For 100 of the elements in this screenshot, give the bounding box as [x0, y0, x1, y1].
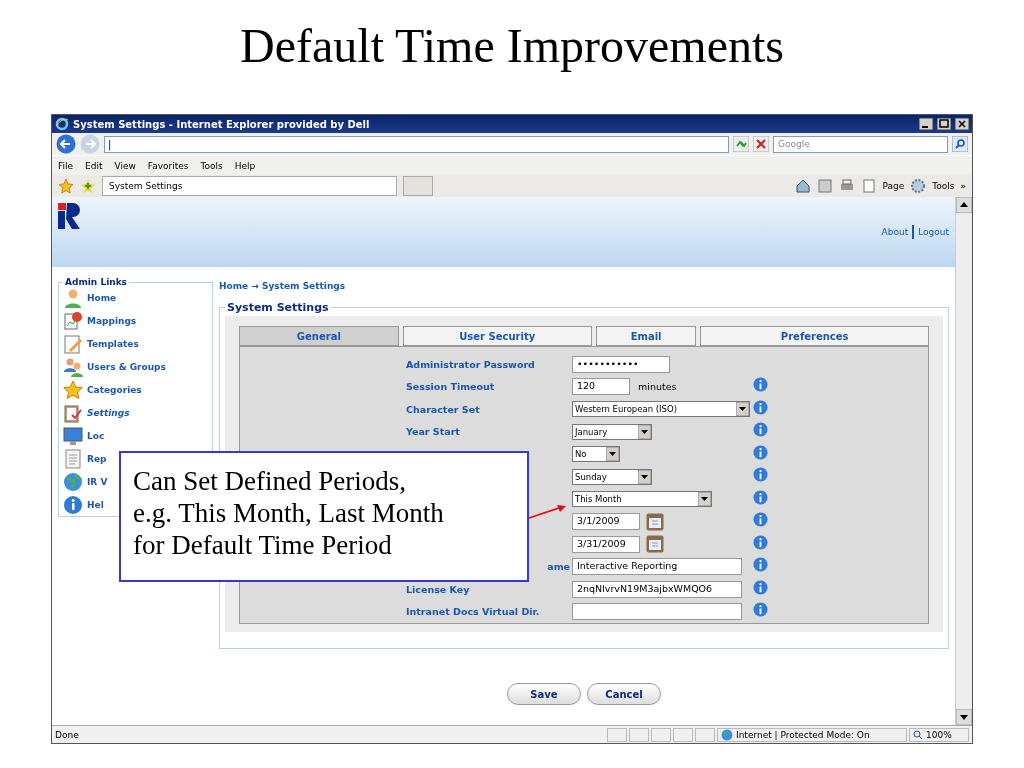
calendar-icon[interactable] [646, 535, 664, 554]
scroll-up-icon[interactable] [956, 197, 972, 213]
people-icon [63, 357, 83, 378]
info-icon[interactable] [753, 534, 768, 550]
input-field[interactable] [572, 603, 742, 621]
caret-icon [698, 492, 711, 507]
sidebar-link[interactable]: IR V [63, 470, 108, 494]
about-link[interactable]: About [881, 227, 909, 237]
sidebar-title: Admin Links [64, 277, 128, 287]
calendar-icon[interactable] [646, 512, 664, 531]
status-pane [629, 727, 649, 742]
browser-tab[interactable]: System Settings [102, 176, 397, 196]
info-icon[interactable] [753, 557, 768, 573]
zone-text: Internet | Protected Mode: On [736, 729, 870, 740]
minimize-icon[interactable] [919, 118, 933, 130]
dropdown[interactable]: January [572, 423, 652, 440]
input-field[interactable]: 2nqNlvrvN19M3ajbxWMQO6 [572, 580, 742, 598]
back-icon[interactable] [56, 134, 76, 154]
info-icon[interactable] [753, 602, 768, 618]
close-icon[interactable] [955, 118, 969, 130]
menu-item[interactable]: File [58, 160, 74, 171]
scroll-down-icon[interactable] [956, 709, 972, 725]
scrollbar[interactable] [955, 197, 972, 725]
info-icon[interactable] [753, 579, 768, 595]
info-icon[interactable] [753, 377, 768, 393]
person-icon [63, 288, 83, 309]
zoom-icon [913, 729, 923, 740]
callout-text: Can Set Defined Periods, e.g. This Month, Last Month for Default Time Period [119, 451, 529, 582]
tab[interactable]: General [239, 326, 399, 346]
input-field[interactable]: Interactive Reporting [572, 558, 742, 576]
home-icon[interactable] [794, 178, 811, 194]
search-icon[interactable] [952, 136, 968, 152]
field-label: Administrator Password [406, 358, 536, 370]
globe-icon [721, 728, 733, 741]
info-icon[interactable] [753, 399, 768, 415]
sidebar-link[interactable]: Mappings [63, 309, 137, 333]
maximize-icon[interactable] [937, 118, 951, 130]
toolbar-button[interactable]: Page [882, 181, 905, 191]
logout-link[interactable]: Logout [918, 227, 949, 237]
tab[interactable]: User Security [402, 326, 592, 346]
caret-icon [736, 402, 749, 417]
dropdown[interactable]: No [572, 446, 620, 463]
sidebar-link[interactable]: Templates [63, 332, 139, 356]
panel-title: System Settings [226, 301, 330, 314]
zoom-control[interactable]: 100% [909, 727, 969, 742]
feed-icon[interactable] [816, 178, 833, 194]
date-field[interactable]: 3/1/2009 [572, 513, 640, 531]
tab[interactable]: Email [595, 326, 697, 346]
dropdown[interactable]: Western European (ISO) [572, 401, 750, 418]
save-button[interactable]: Save [507, 683, 581, 705]
star-icon[interactable] [58, 178, 74, 194]
input-field[interactable]: ••••••••••• [572, 355, 670, 373]
refresh-icon[interactable] [733, 136, 749, 152]
page-icon [860, 178, 877, 194]
date-field[interactable]: 3/31/2009 [572, 535, 640, 553]
info-icon[interactable] [753, 512, 768, 528]
address-field[interactable]: | [104, 135, 729, 153]
sidebar-link[interactable]: Categories [63, 378, 142, 402]
search-field[interactable]: Google [773, 135, 948, 153]
input-field[interactable]: 120 [572, 378, 630, 396]
toolbar-button[interactable]: Tools [932, 181, 955, 191]
breadcrumb: Home → System Settings [219, 281, 347, 291]
dropdown[interactable]: This Month [572, 491, 712, 508]
info-icon[interactable] [753, 444, 768, 460]
menu-item[interactable]: View [114, 160, 136, 171]
status-pane [651, 727, 671, 742]
info-icon[interactable] [753, 489, 768, 505]
browser-logo-icon [55, 117, 69, 131]
clipboard-icon [63, 403, 83, 423]
caret-icon [638, 424, 651, 439]
sidebar-link[interactable]: Loc [63, 424, 105, 448]
window-title: System Settings - Internet Explorer provided by Dell [73, 118, 371, 130]
sidebar-link[interactable]: Hel [63, 493, 104, 517]
gear-icon [910, 178, 927, 194]
cancel-button[interactable]: Cancel [587, 683, 661, 705]
slide-title: Default Time Improvements [240, 18, 784, 74]
status-pane [695, 727, 715, 742]
menu-item[interactable]: Favorites [147, 160, 189, 171]
field-label: ame [546, 561, 571, 573]
menu-item[interactable]: Tools [200, 160, 223, 171]
sidebar-link[interactable]: Users & Groups [63, 355, 166, 379]
stop-icon[interactable] [753, 136, 769, 152]
menu-item[interactable]: Help [234, 160, 256, 171]
sidebar-link[interactable]: Home [63, 287, 117, 310]
sidebar-link[interactable]: Rep [63, 447, 107, 471]
field-label: Character Set [406, 403, 481, 415]
more-button[interactable]: » [960, 181, 966, 191]
add-favorite-icon[interactable] [80, 178, 96, 194]
chart-icon [63, 311, 83, 332]
status-pane [673, 727, 693, 742]
unit-label: minutes [638, 381, 677, 393]
field-label: Year Start [406, 426, 461, 438]
dropdown[interactable]: Sunday [572, 468, 652, 485]
logo-icon [58, 203, 82, 229]
info-icon[interactable] [753, 422, 768, 438]
sidebar-link[interactable]: Settings [63, 401, 130, 425]
tab[interactable]: Preferences [700, 326, 929, 346]
info-icon[interactable] [753, 467, 768, 483]
menu-item[interactable]: Edit [85, 160, 103, 171]
field-label: License Key [406, 583, 471, 595]
